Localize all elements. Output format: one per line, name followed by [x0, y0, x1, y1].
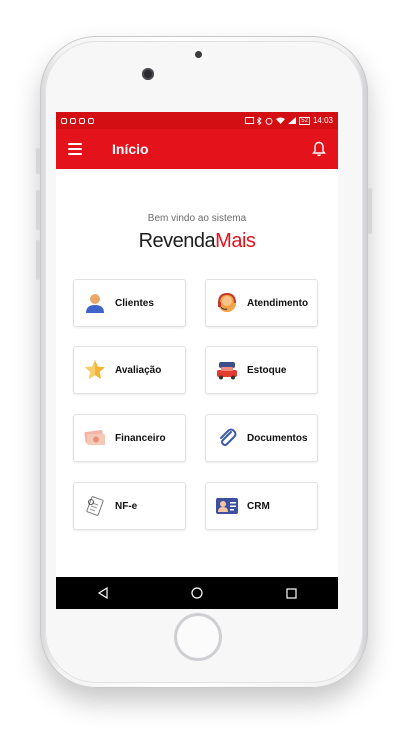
- system-icons: 52 14:03: [245, 116, 333, 125]
- menu-card-label: Documentos: [247, 432, 308, 444]
- menu-card-atendimento[interactable]: Atendimento: [205, 279, 318, 327]
- menu-card-estoque[interactable]: Estoque: [205, 346, 318, 394]
- menu-card-label: Financeiro: [115, 432, 166, 444]
- app-bar: Início: [56, 129, 338, 169]
- signal-icon: [288, 117, 297, 124]
- menu-card-nfe[interactable]: NF-e: [73, 482, 186, 530]
- paperclip-icon: [215, 426, 239, 450]
- phone-side-button: [36, 190, 40, 230]
- back-button[interactable]: [88, 578, 118, 608]
- menu-card-label: Estoque: [247, 364, 287, 376]
- brand-logo-part: Mais: [215, 230, 256, 252]
- notification-icon: [70, 117, 76, 124]
- brand-logo: RevendaMais: [56, 230, 338, 253]
- menu-card-label: Avaliação: [115, 364, 162, 376]
- home-button[interactable]: [182, 578, 212, 608]
- menu-card-crm[interactable]: CRM: [205, 482, 318, 530]
- cars-icon: [215, 358, 239, 382]
- notification-icon: [79, 117, 85, 124]
- phone-side-button: [36, 148, 40, 174]
- menu-card-label: Clientes: [115, 297, 154, 309]
- menu-card-label: NF-e: [115, 500, 138, 512]
- clock: 14:03: [312, 116, 333, 125]
- home-icon: [191, 587, 203, 599]
- money-icon: [83, 426, 107, 450]
- android-nav-bar: [56, 577, 338, 609]
- support-agent-icon: [215, 291, 239, 315]
- battery-level: 52: [299, 116, 310, 125]
- bluetooth-icon: [257, 116, 262, 125]
- notification-icons: [61, 117, 94, 124]
- menu-card-avaliacao[interactable]: Avaliação: [73, 346, 186, 394]
- phone-home-button[interactable]: [174, 613, 222, 661]
- menu-card-clientes[interactable]: Clientes: [73, 279, 186, 327]
- recents-button[interactable]: [276, 578, 306, 608]
- status-bar: 52 14:03: [56, 112, 338, 129]
- notification-icon: [88, 117, 94, 124]
- page-title: Início: [112, 141, 149, 157]
- menu-card-label: CRM: [247, 500, 270, 512]
- back-icon: [97, 587, 108, 599]
- brand-logo-part: Revenda: [138, 230, 216, 252]
- phone-power-button: [368, 188, 372, 234]
- contact-card-icon: [215, 494, 239, 518]
- recents-icon: [285, 587, 297, 599]
- menu-card-financeiro[interactable]: Financeiro: [73, 414, 186, 462]
- menu-icon[interactable]: [68, 143, 82, 155]
- star-icon: [83, 358, 107, 382]
- app-screen: 52 14:03 Início Bem vindo ao sistema Rev…: [56, 112, 338, 609]
- bell-icon[interactable]: [312, 141, 326, 157]
- welcome-text: Bem vindo ao sistema: [147, 213, 247, 224]
- phone-side-button: [36, 240, 40, 280]
- alarm-icon: [265, 117, 273, 125]
- wifi-icon: [276, 117, 286, 124]
- phone-camera: [142, 68, 154, 80]
- menu-card-label: Atendimento: [247, 297, 309, 309]
- menu-card-documentos[interactable]: Documentos: [205, 414, 318, 462]
- cast-icon: [245, 117, 255, 124]
- notification-icon: [61, 117, 67, 124]
- user-icon: [83, 291, 107, 315]
- invoice-icon: [83, 494, 107, 518]
- phone-sensor: [195, 51, 202, 58]
